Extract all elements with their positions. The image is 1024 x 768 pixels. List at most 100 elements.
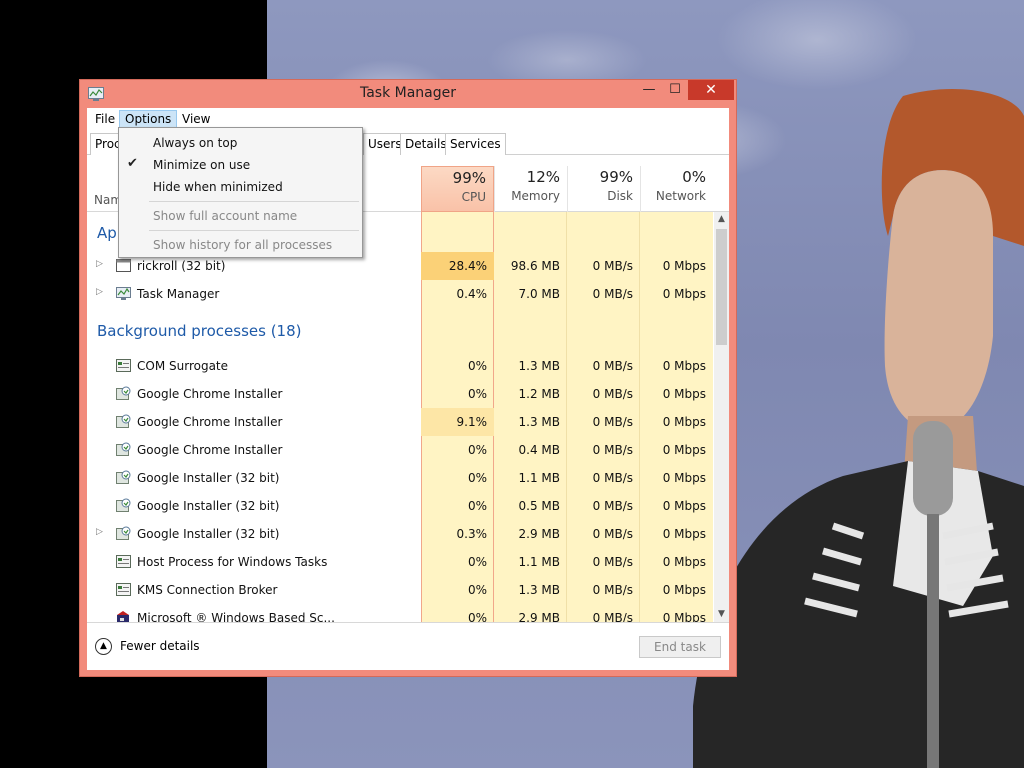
minimize-button[interactable]: — [636, 80, 662, 100]
process-disk: 0 MB/s [592, 499, 633, 513]
checkmark-icon: ✔ [127, 156, 138, 171]
process-network: 0 Mbps [662, 499, 706, 513]
process-row[interactable]: COM Surrogate 0% 1.3 MB 0 MB/s 0 Mbps [87, 352, 713, 380]
process-cpu: 0% [467, 499, 487, 513]
close-button[interactable]: ✕ [688, 80, 734, 100]
scroll-down-icon[interactable]: ▼ [714, 607, 729, 622]
column-header-memory[interactable]: 12% Memory [494, 166, 567, 212]
fewer-details-link[interactable]: Fewer details [120, 639, 200, 653]
network-total-percent: 0% [682, 168, 706, 186]
process-network: 0 Mbps [662, 359, 706, 373]
process-row[interactable]: Microsoft ® Windows Based Sc... 0% 2.9 MB 0… [87, 604, 713, 622]
column-header-network[interactable]: 0% Network [640, 166, 713, 212]
process-row[interactable]: KMS Connection Broker 0% 1.3 MB 0 MB/s 0 Mbp… [87, 576, 713, 604]
process-row[interactable]: Google Chrome Installer 0% 1.2 MB 0 MB/s 0 M… [87, 380, 713, 408]
service-window-icon [115, 581, 132, 598]
process-memory: 1.3 MB [518, 583, 560, 597]
installer-icon [115, 413, 132, 430]
process-name: Google Installer (32 bit) [137, 499, 280, 513]
process-name: Task Manager [137, 287, 220, 301]
maximize-button[interactable]: ☐ [662, 80, 688, 100]
chevron-right-icon[interactable]: ▷ [96, 287, 103, 297]
process-row[interactable]: Host Process for Windows Tasks 0% 1.1 MB 0 … [87, 548, 713, 576]
process-memory: 1.3 MB [518, 415, 560, 429]
process-name: Host Process for Windows Tasks [137, 555, 328, 569]
process-disk: 0 MB/s [592, 471, 633, 485]
chevron-up-circle-icon[interactable]: ▲ [95, 638, 112, 655]
process-memory: 98.6 MB [510, 259, 560, 273]
scroll-thumb[interactable] [716, 229, 727, 345]
process-row[interactable]: ▷ Task Manager 0.4% 7.0 MB 0 MB/s 0 Mbps [87, 280, 713, 308]
process-row[interactable]: Google Installer (32 bit) 0% 1.1 MB 0 MB/s 0… [87, 464, 713, 492]
chevron-right-icon[interactable]: ▷ [96, 259, 103, 269]
group-header-background[interactable]: Background processes (18) [97, 322, 302, 340]
process-disk: 0 MB/s [592, 259, 633, 273]
wallpaper-person-illustration [693, 88, 1024, 768]
process-memory: 1.3 MB [518, 359, 560, 373]
minimize-icon: — [642, 82, 656, 97]
installer-icon [115, 441, 132, 458]
process-disk: 0 MB/s [592, 387, 633, 401]
tab-services[interactable]: Services [445, 133, 506, 155]
process-network: 0 Mbps [662, 443, 706, 457]
process-memory: 2.9 MB [518, 527, 560, 541]
process-network: 0 Mbps [662, 387, 706, 401]
installer-icon [115, 525, 132, 542]
chevron-right-icon[interactable]: ▷ [96, 527, 103, 537]
process-cpu: 9.1% [421, 408, 494, 436]
service-window-icon [115, 553, 132, 570]
menu-option-minimize-on-use[interactable]: Minimize on use [153, 158, 250, 172]
title-bar[interactable]: Task Manager — ☐ ✕ [80, 80, 736, 108]
process-cpu: 0.4% [456, 287, 488, 301]
scroll-up-icon[interactable]: ▲ [714, 212, 729, 227]
menu-separator [149, 201, 359, 202]
service-window-icon [115, 357, 132, 374]
menu-option-hide-when-minimized[interactable]: Hide when minimized [153, 180, 283, 194]
script-host-icon [115, 609, 132, 622]
menu-file[interactable]: File [89, 110, 121, 129]
process-memory: 0.5 MB [518, 499, 560, 513]
process-memory: 0.4 MB [518, 443, 560, 457]
tab-details[interactable]: Details [400, 133, 452, 155]
task-manager-icon [115, 285, 132, 302]
menu-bar: File Options View [87, 108, 729, 129]
process-cpu: 0% [467, 471, 487, 485]
process-cpu: 0.3% [456, 527, 488, 541]
menu-option-always-on-top[interactable]: Always on top [153, 136, 237, 150]
maximize-icon: ☐ [669, 82, 681, 97]
process-name: rickroll (32 bit) [137, 259, 226, 273]
process-network: 0 Mbps [662, 415, 706, 429]
process-row[interactable]: Google Chrome Installer 9.1% 1.3 MB 0 MB/s 0… [87, 408, 713, 436]
process-name: Google Chrome Installer [137, 387, 283, 401]
process-list: App Background processes (18) ▷ rickroll … [87, 212, 713, 622]
process-cpu: 0% [467, 443, 487, 457]
process-network: 0 Mbps [662, 527, 706, 541]
process-row[interactable]: Google Installer (32 bit) 0% 0.5 MB 0 MB/s 0… [87, 492, 713, 520]
process-name: Google Installer (32 bit) [137, 527, 280, 541]
process-disk: 0 MB/s [592, 443, 633, 457]
installer-icon [115, 497, 132, 514]
process-disk: 0 MB/s [592, 359, 633, 373]
process-row[interactable]: Google Chrome Installer 0% 0.4 MB 0 MB/s 0 M… [87, 436, 713, 464]
close-icon: ✕ [705, 82, 717, 98]
options-dropdown-menu: ✔ Always on top Minimize on use Hide whe… [118, 127, 363, 258]
end-task-button[interactable]: End task [639, 636, 721, 658]
process-cpu: 0% [467, 555, 487, 569]
memory-total-percent: 12% [526, 168, 560, 186]
process-name: Google Chrome Installer [137, 443, 283, 457]
column-header-disk[interactable]: 99% Disk [567, 166, 640, 212]
column-header-cpu[interactable]: 99% CPU [421, 166, 494, 212]
cpu-column-label: CPU [461, 190, 486, 204]
process-network: 0 Mbps [662, 471, 706, 485]
process-cpu: 0% [467, 359, 487, 373]
process-name: COM Surrogate [137, 359, 229, 373]
process-name: KMS Connection Broker [137, 583, 278, 597]
process-network: 0 Mbps [662, 259, 706, 273]
process-memory: 1.1 MB [518, 555, 560, 569]
process-memory: 1.1 MB [518, 471, 560, 485]
menu-separator [149, 230, 359, 231]
process-cpu: 28.4% [421, 252, 494, 280]
process-disk: 0 MB/s [592, 527, 633, 541]
process-row[interactable]: ▷ Google Installer (32 bit) 0.3% 2.9 MB 0 MB… [87, 520, 713, 548]
vertical-scrollbar[interactable]: ▲ ▼ [714, 212, 729, 622]
